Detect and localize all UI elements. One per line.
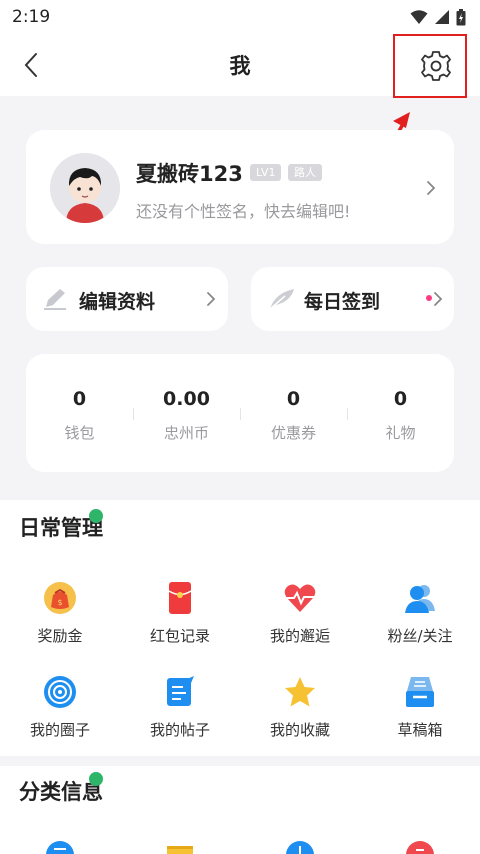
category-info-section: 分类信息 <box>0 766 480 854</box>
chevron-right-icon <box>427 181 436 195</box>
stat-value: 0 <box>393 388 408 410</box>
grid-label: 我的圈子 <box>29 721 90 739</box>
money-bag-icon: $ <box>44 582 76 614</box>
section-badge-dot <box>89 509 103 523</box>
stat-value: 0 <box>72 388 87 410</box>
grid-item-favorites[interactable]: 我的收藏 <box>240 675 360 739</box>
daily-management-section: 日常管理 $ 奖励金 红包记录 我的邂逅 粉丝/关注 我的圈子 我的帖子 我的收… <box>0 500 480 756</box>
level-badge: LV1 <box>250 164 282 181</box>
grid-label: 我的收藏 <box>269 721 330 739</box>
edit-profile-label: 编辑资料 <box>79 291 156 313</box>
grid-label: 奖励金 <box>37 627 83 645</box>
profile-card[interactable]: 夏搬砖123 LV1 路人 还没有个性签名，快去编辑吧! <box>26 130 454 244</box>
stat-gifts[interactable]: 0 礼物 <box>347 354 454 472</box>
avatar-illustration <box>50 153 120 223</box>
stat-value: 0.00 <box>163 388 210 410</box>
pencil-icon <box>44 289 66 310</box>
category-icon[interactable] <box>45 840 75 854</box>
star-icon <box>285 677 315 707</box>
grid-item-red-envelope[interactable]: 红包记录 <box>120 581 240 645</box>
followers-icon <box>405 585 435 613</box>
edit-profile-button[interactable]: 编辑资料 <box>26 267 228 331</box>
username: 夏搬砖123 <box>136 162 243 186</box>
grid-label: 我的帖子 <box>149 721 210 739</box>
grid-item-reward[interactable]: $ 奖励金 <box>0 581 120 645</box>
stat-wallet[interactable]: 0 钱包 <box>26 354 133 472</box>
category-icon[interactable] <box>165 840 195 854</box>
svg-text:$: $ <box>57 598 62 607</box>
grid-label: 草稿箱 <box>397 721 443 739</box>
circle-target-icon <box>44 676 76 708</box>
stat-coupons[interactable]: 0 优惠券 <box>240 354 347 472</box>
avatar[interactable] <box>50 153 120 223</box>
stat-label: 礼物 <box>385 424 416 442</box>
grid-item-my-circle[interactable]: 我的圈子 <box>0 675 120 739</box>
grid-label: 红包记录 <box>149 627 210 645</box>
role-badge: 路人 <box>288 164 322 181</box>
feather-icon <box>268 289 294 311</box>
heartbeat-icon <box>284 584 316 612</box>
stats-card: 0 钱包 0.00 忠州币 0 优惠券 0 礼物 <box>26 354 454 472</box>
category-icon[interactable] <box>405 840 435 854</box>
stat-coins[interactable]: 0.00 忠州币 <box>133 354 240 472</box>
signature-text: 还没有个性签名，快去编辑吧! <box>136 202 351 221</box>
draft-box-icon <box>406 677 434 707</box>
stat-value: 0 <box>286 388 301 410</box>
red-envelope-icon <box>168 582 192 614</box>
category-icon[interactable] <box>285 840 315 854</box>
grid-label: 我的邂逅 <box>269 627 330 645</box>
grid-label: 粉丝/关注 <box>387 627 453 645</box>
grid-item-followers[interactable]: 粉丝/关注 <box>360 581 480 645</box>
post-edit-icon <box>167 676 194 706</box>
daily-checkin-label: 每日签到 <box>304 291 381 313</box>
grid-item-my-posts[interactable]: 我的帖子 <box>120 675 240 739</box>
section-badge-dot <box>89 772 103 786</box>
stat-label: 忠州币 <box>163 424 209 442</box>
stat-label: 优惠券 <box>270 424 316 442</box>
grid-item-encounter[interactable]: 我的邂逅 <box>240 581 360 645</box>
grid-item-drafts[interactable]: 草稿箱 <box>360 675 480 739</box>
daily-checkin-button[interactable]: 每日签到 <box>251 267 454 331</box>
stat-label: 钱包 <box>64 424 95 442</box>
chevron-right-icon <box>207 292 216 306</box>
chevron-right-icon <box>434 292 443 306</box>
